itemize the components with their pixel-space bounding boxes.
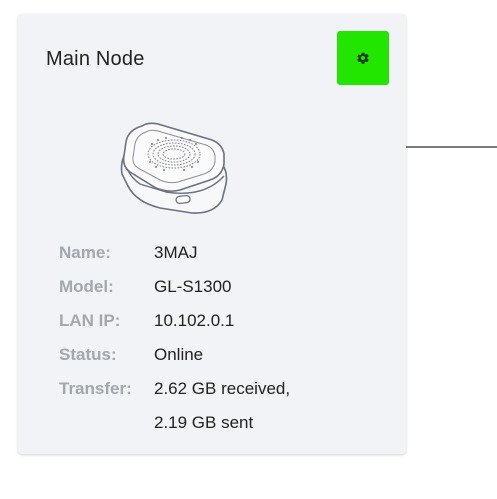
node-settings-button[interactable] [337, 31, 389, 85]
node-info-table: Name: 3MAJ Model: GL-S1300 LAN IP: 10.10… [59, 236, 290, 440]
topology-view: Main Node Name: 3MAJ Model: GL-S1300 LAN… [0, 0, 497, 499]
info-value: 3MAJ [154, 243, 198, 262]
node-connector-line [406, 146, 497, 148]
info-value: GL-S1300 [154, 277, 232, 296]
info-row-status: Status: Online [59, 338, 290, 372]
info-value: 10.102.0.1 [154, 311, 235, 330]
transfer-sent-value: 2.19 GB sent [154, 413, 254, 432]
info-row-transfer-sent: 2.19 GB sent [59, 406, 290, 440]
transfer-received-value: 2.62 GB received, [154, 379, 291, 398]
card-title: Main Node [46, 48, 145, 70]
info-row-model: Model: GL-S1300 [59, 270, 290, 304]
info-label: LAN IP: [59, 311, 121, 330]
info-label: Status: [59, 345, 117, 364]
info-label: Model: [59, 277, 114, 296]
info-row-name: Name: 3MAJ [59, 236, 290, 270]
router-device-image [120, 122, 228, 214]
main-node-card: Main Node Name: 3MAJ Model: GL-S1300 LAN… [18, 14, 406, 454]
info-row-lan-ip: LAN IP: 10.102.0.1 [59, 304, 290, 338]
info-label: Name: [59, 243, 111, 262]
info-row-transfer: Transfer: 2.62 GB received, [59, 372, 290, 406]
info-label: Transfer: [59, 379, 132, 398]
status-value: Online [154, 345, 204, 364]
gear-icon [357, 52, 369, 64]
